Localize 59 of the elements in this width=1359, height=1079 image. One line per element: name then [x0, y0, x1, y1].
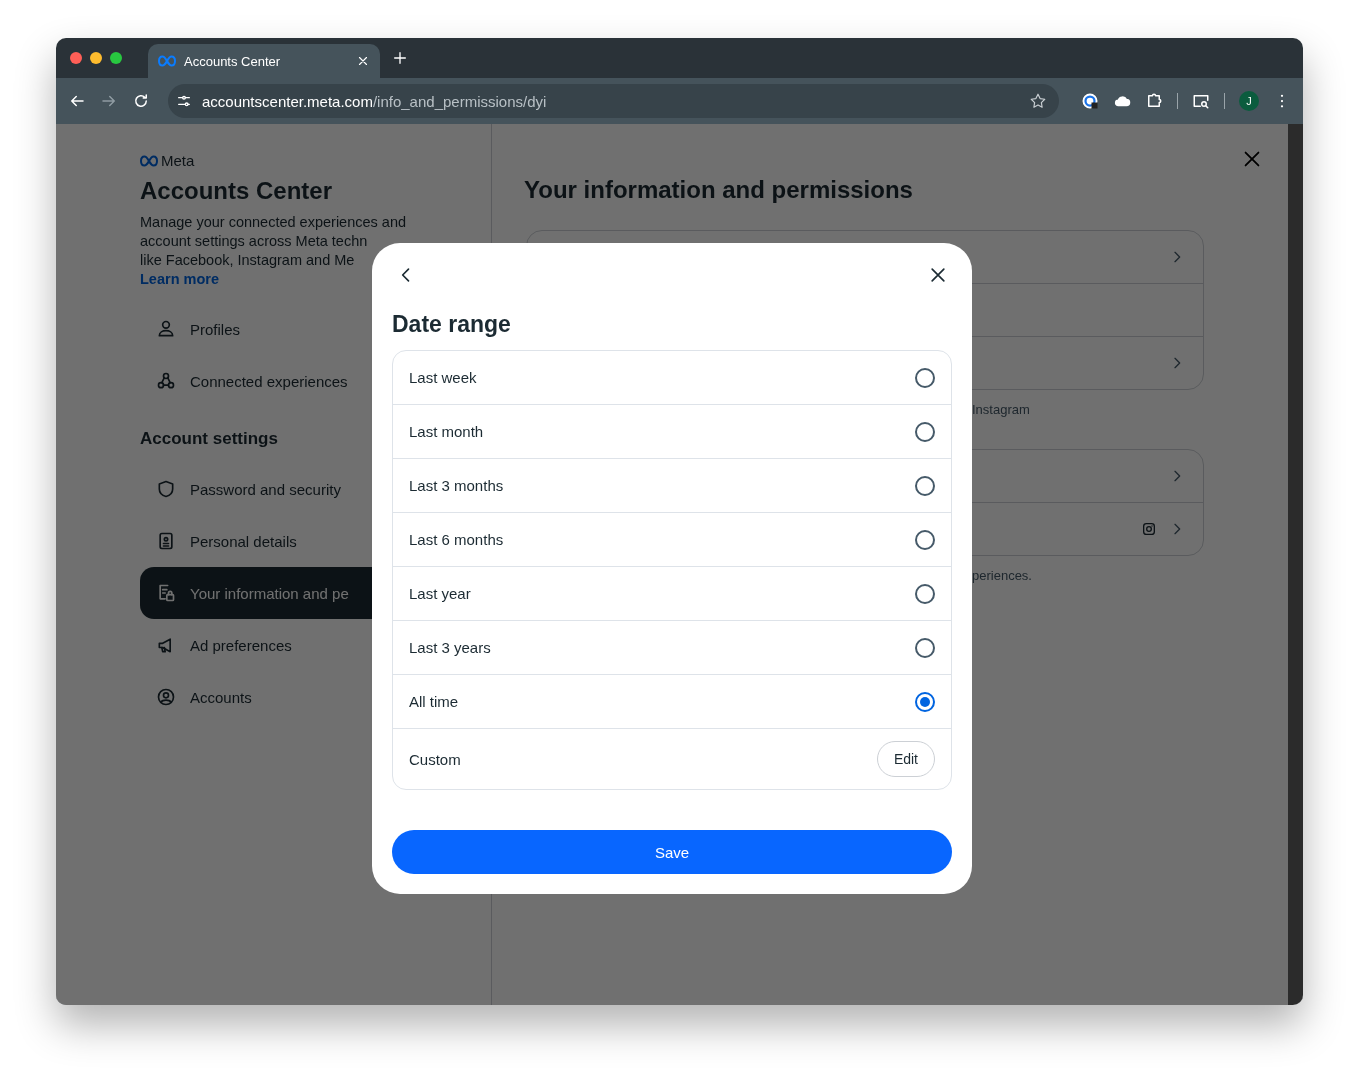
option-label: Last week	[409, 369, 477, 386]
close-icon[interactable]	[356, 54, 370, 68]
note-text: Instagram	[972, 402, 1031, 417]
nodes-icon	[156, 371, 176, 391]
option-label: Last 3 months	[409, 477, 504, 494]
person-icon	[156, 319, 176, 339]
sliders-icon	[176, 93, 192, 109]
star-icon[interactable]	[1029, 92, 1047, 110]
dialog-title: Date range	[392, 311, 512, 338]
date-range-option[interactable]: Last week	[393, 351, 951, 404]
plus-icon	[392, 50, 408, 66]
option-label: Last year	[409, 585, 471, 602]
radio-button[interactable]	[915, 691, 935, 712]
radio-button[interactable]	[915, 367, 935, 388]
option-label: Last 3 years	[409, 639, 491, 656]
date-range-option[interactable]: Last 3 years	[393, 620, 951, 674]
password-manager-icon[interactable]	[1081, 92, 1099, 110]
radio-button[interactable]	[915, 421, 935, 442]
address-bar[interactable]: accountscenter.meta.com/info_and_permissions/dyi	[168, 84, 1059, 118]
section-heading: Account settings	[140, 429, 278, 449]
minimize-window-button[interactable]	[90, 52, 102, 64]
radio-button[interactable]	[915, 529, 935, 550]
profile-avatar[interactable]: J	[1239, 91, 1259, 111]
section-title: Your information and permissions	[524, 176, 914, 204]
option-label: All time	[409, 693, 459, 710]
infinity-logo-icon	[158, 55, 176, 67]
page-title: Accounts Center	[140, 177, 334, 205]
note-text: periences.	[972, 568, 1033, 583]
option-label: Last month	[409, 423, 484, 440]
close-window-button[interactable]	[70, 52, 82, 64]
reload-icon[interactable]	[132, 92, 150, 110]
date-range-option[interactable]: Last month	[393, 404, 951, 458]
date-range-option[interactable]: All time	[393, 674, 951, 728]
browser-tab[interactable]: Accounts Center	[148, 44, 380, 78]
url-text: accountscenter.meta.com/info_and_permissions/dyi	[202, 92, 548, 110]
date-range-option[interactable]: Last 6 months	[393, 512, 951, 566]
id-card-icon	[156, 531, 176, 551]
save-button[interactable]: Save	[392, 830, 952, 874]
option-label: Last 6 months	[409, 531, 504, 548]
tab-title: Accounts Center	[184, 53, 282, 69]
option-label: Custom	[409, 750, 461, 768]
document-lock-icon	[156, 583, 176, 603]
date-range-option[interactable]: Last 3 months	[393, 458, 951, 512]
description-text: Manage your connected experiences and account settings across Meta techn like Facebook, Instagram and Me	[140, 213, 407, 270]
brand-name: Meta	[161, 152, 195, 169]
infinity-logo-icon	[140, 154, 158, 167]
person-circle-icon	[156, 687, 176, 707]
close-icon	[928, 265, 948, 285]
date-range-option[interactable]: Last year	[393, 566, 951, 620]
radio-button[interactable]	[915, 583, 935, 604]
shield-icon	[156, 479, 176, 499]
tab-search-icon[interactable]	[1192, 92, 1210, 110]
puzzle-icon[interactable]	[1145, 92, 1163, 110]
radio-button[interactable]	[915, 637, 935, 658]
instagram-icon	[1141, 521, 1157, 537]
edit-button[interactable]: Edit	[876, 741, 935, 777]
maximize-window-button[interactable]	[110, 52, 122, 64]
scrollbar[interactable]	[1288, 124, 1303, 1005]
radio-button[interactable]	[915, 475, 935, 496]
